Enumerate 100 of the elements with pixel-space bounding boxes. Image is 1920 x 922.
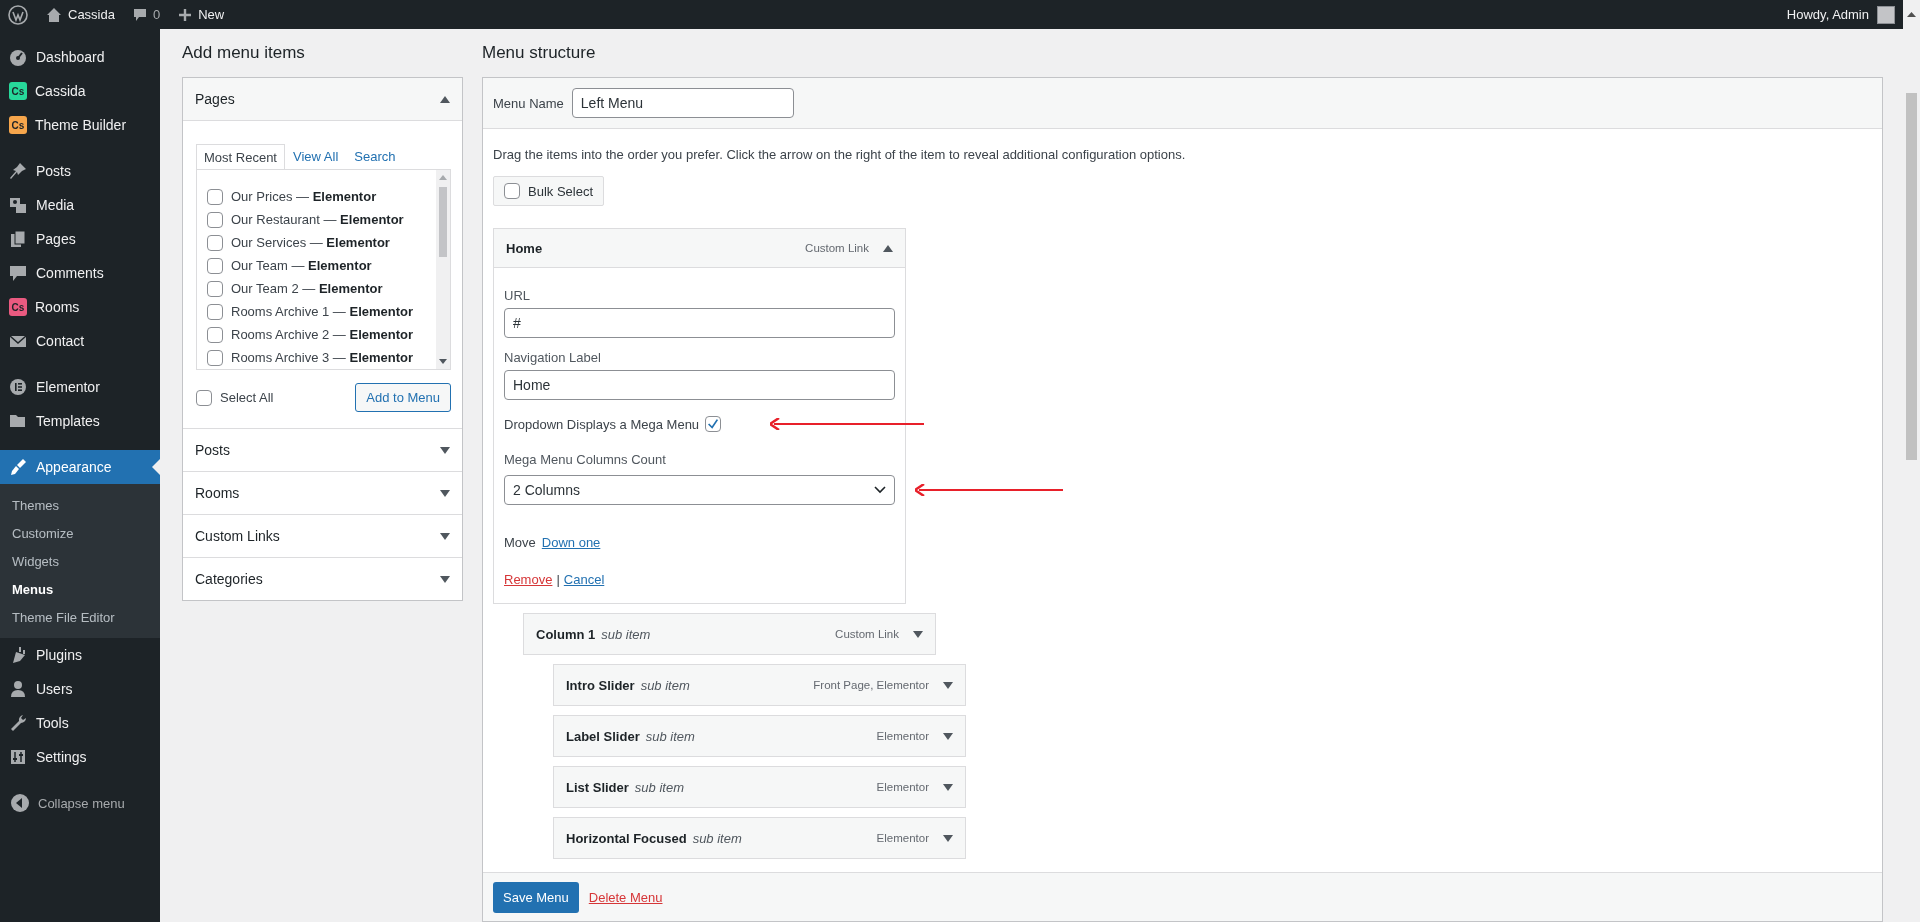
menu-item-title: Home xyxy=(506,240,543,256)
bulk-select-button[interactable]: Bulk Select xyxy=(493,176,605,206)
sidebar-item[interactable]: Settings xyxy=(0,740,160,774)
menu-item-title: Intro Slider xyxy=(566,677,635,693)
submenu-item[interactable]: Theme File Editor xyxy=(0,603,160,631)
url-field[interactable]: # xyxy=(504,308,895,338)
sidebar-item[interactable]: Cs Theme Builder xyxy=(0,108,160,142)
scrollbar[interactable] xyxy=(436,170,450,369)
menu-item-type: Elementor xyxy=(876,781,929,793)
sidebar-item[interactable]: Contact xyxy=(0,324,160,358)
accordion-header[interactable]: Custom Links xyxy=(183,515,462,557)
sidebar-item[interactable]: Comments xyxy=(0,256,160,290)
submenu-item[interactable]: Menus xyxy=(0,575,160,603)
sidebar-item[interactable]: Cs Cassida xyxy=(0,74,160,108)
menu-item-title: Column 1 xyxy=(536,626,596,642)
delete-menu-link[interactable]: Delete Menu xyxy=(588,889,663,905)
collapse-icon[interactable] xyxy=(10,793,30,813)
collapse-arrow-icon[interactable] xyxy=(883,244,893,252)
sidebar-item[interactable]: Tools xyxy=(0,706,160,740)
checkbox[interactable] xyxy=(207,280,223,297)
tab[interactable]: Search xyxy=(346,143,404,169)
new-link[interactable]: New xyxy=(198,7,225,22)
plus-icon xyxy=(178,7,193,22)
select-all-label[interactable]: Select All xyxy=(220,390,274,405)
sidebar-item[interactable]: Cs Rooms xyxy=(0,290,160,324)
comment-icon xyxy=(132,7,147,22)
collapse-arrow-icon[interactable] xyxy=(440,95,450,103)
submenu-item[interactable]: Widgets xyxy=(0,547,160,575)
expand-arrow-icon[interactable] xyxy=(440,575,450,583)
field-label: URL xyxy=(504,288,531,303)
expand-arrow-icon[interactable] xyxy=(943,783,953,791)
page-label: Rooms Archive 3 — Elementor xyxy=(231,350,414,365)
sidebar-item[interactable]: Dashboard xyxy=(0,40,160,74)
remove-link[interactable]: Remove xyxy=(504,572,553,587)
checkbox[interactable] xyxy=(207,326,223,343)
expand-arrow-icon[interactable] xyxy=(440,489,450,497)
add-to-menu-button[interactable]: Add to Menu xyxy=(355,383,451,412)
move-down-link[interactable]: Down one xyxy=(541,535,601,550)
checkbox[interactable] xyxy=(207,257,223,274)
checkbox[interactable] xyxy=(207,349,223,366)
menu-item-type: Elementor xyxy=(876,832,929,844)
save-menu-button[interactable]: Save Menu xyxy=(493,881,579,913)
menu-name-field[interactable]: Left Menu xyxy=(571,88,794,118)
menu-item-title: Horizontal Focused xyxy=(566,830,687,846)
scroll-thumb[interactable] xyxy=(1906,93,1917,460)
wordpress-logo-icon[interactable] xyxy=(8,4,28,25)
menu-item-bar[interactable]: List Slider sub item Elementor xyxy=(553,766,966,808)
comment-count[interactable]: 0 xyxy=(152,7,161,22)
collapse-menu-label[interactable]: Collapse menu xyxy=(38,795,125,811)
columns-select[interactable]: 2 Columns xyxy=(504,475,895,505)
comment-icon xyxy=(8,263,28,283)
expand-arrow-icon[interactable] xyxy=(943,834,953,842)
checkbox[interactable] xyxy=(705,416,722,432)
sidebar-item[interactable]: Appearance xyxy=(0,450,160,484)
cancel-link[interactable]: Cancel xyxy=(563,572,605,587)
checkbox[interactable] xyxy=(504,183,520,199)
submenu-item[interactable]: Customize xyxy=(0,519,160,547)
expand-arrow-icon[interactable] xyxy=(943,681,953,689)
menu-item-bar[interactable]: Intro Slider sub item Front Page, Elementor xyxy=(553,664,966,706)
sidebar-item[interactable]: Users xyxy=(0,672,160,706)
sidebar-item[interactable]: Templates xyxy=(0,404,160,438)
scroll-down-icon[interactable] xyxy=(439,359,447,364)
checkbox[interactable] xyxy=(207,234,223,251)
expand-arrow-icon[interactable] xyxy=(440,446,450,454)
accordion-header[interactable]: Categories xyxy=(183,558,462,600)
site-name-link[interactable]: Cassida xyxy=(68,7,115,22)
expand-arrow-icon[interactable] xyxy=(440,532,450,540)
accordion-header[interactable]: Pages xyxy=(183,78,462,121)
accordion-header[interactable]: Posts xyxy=(183,429,462,471)
sidebar-item[interactable]: Media xyxy=(0,188,160,222)
menu-item-bar[interactable]: Label Slider sub item Elementor xyxy=(553,715,966,757)
sidebar-item[interactable]: Posts xyxy=(0,154,160,188)
tab[interactable]: View All xyxy=(285,143,347,169)
menu-item-bar[interactable]: Home Custom Link xyxy=(493,228,906,268)
menu-item-subtitle: sub item xyxy=(634,779,684,795)
avatar-icon[interactable] xyxy=(1877,5,1895,24)
menu-item-bar[interactable]: Column 1 sub item Custom Link xyxy=(523,613,936,655)
menu-name-label: Menu Name xyxy=(493,95,564,111)
expand-arrow-icon[interactable] xyxy=(913,630,923,638)
checkbox[interactable] xyxy=(196,389,212,406)
submenu-item[interactable]: Themes xyxy=(0,491,160,519)
checkbox[interactable] xyxy=(207,188,223,205)
sidebar-item[interactable]: Pages xyxy=(0,222,160,256)
navigation-label-field[interactable]: Home xyxy=(504,370,895,400)
sidebar-item[interactable]: Plugins xyxy=(0,638,160,672)
sidebar-item[interactable]: Elementor xyxy=(0,370,160,404)
menu-item-type: Custom Link xyxy=(835,628,899,640)
accordion-header[interactable]: Rooms xyxy=(183,472,462,514)
tab[interactable]: Most Recent xyxy=(196,144,285,170)
greeting-link[interactable]: Howdy, Admin xyxy=(1786,7,1869,22)
section-heading: Add menu items xyxy=(182,42,306,64)
checkbox[interactable] xyxy=(207,303,223,320)
menu-item-bar[interactable]: Horizontal Focused sub item Elementor xyxy=(553,817,966,859)
current-pointer-icon xyxy=(152,459,160,475)
checkbox[interactable] xyxy=(207,211,223,228)
brush-icon xyxy=(8,457,28,477)
scroll-thumb[interactable] xyxy=(439,187,447,257)
scroll-up-icon[interactable] xyxy=(1907,12,1916,17)
media-icon xyxy=(8,195,28,215)
expand-arrow-icon[interactable] xyxy=(943,732,953,740)
